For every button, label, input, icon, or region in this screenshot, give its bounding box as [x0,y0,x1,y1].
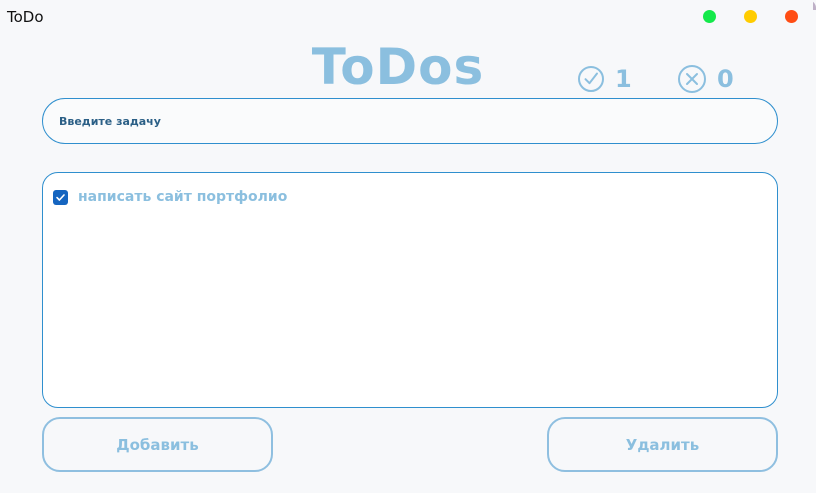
failed-counter: 0 [677,64,734,94]
x-circle-icon [677,64,707,94]
task-input[interactable] [42,98,778,144]
close-button[interactable] [785,10,798,23]
task-list: написать сайт портфолио [42,172,778,408]
checkmark-icon [56,193,65,201]
completed-counter: 1 [577,64,632,94]
task-label: написать сайт портфолио [78,189,288,205]
failed-count: 0 [717,65,734,93]
maximize-button[interactable] [703,10,716,23]
add-button[interactable]: Добавить [42,417,273,472]
task-checkbox[interactable] [53,189,68,205]
minimize-button[interactable] [744,10,757,23]
check-circle-icon [577,65,605,93]
window-title: ToDo [7,8,44,26]
app-window: ToDo ToDos 1 0 напи [0,0,816,493]
delete-button[interactable]: Удалить [547,417,778,472]
list-item[interactable]: написать сайт портфолио [53,188,287,206]
completed-count: 1 [615,65,632,93]
